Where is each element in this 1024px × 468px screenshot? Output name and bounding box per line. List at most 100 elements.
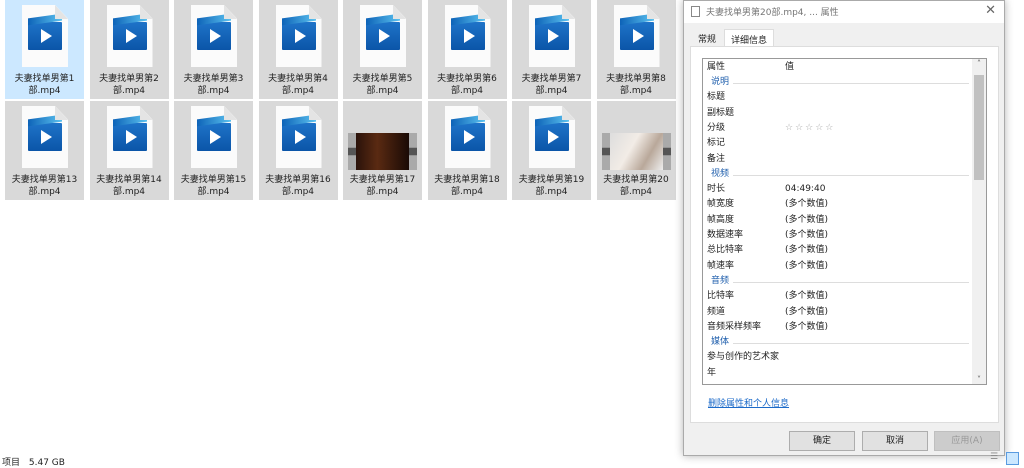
file-item[interactable]: 夫妻找单男第4 部.mp4 (258, 0, 338, 99)
tab-general[interactable]: 常规 (692, 29, 722, 46)
file-item[interactable]: 夫妻找单男第19 部.mp4 (512, 101, 591, 200)
property-name: 时长 (707, 184, 726, 195)
file-name: 夫妻找单男第15 部.mp4 (180, 175, 247, 197)
scrollbar[interactable]: ˄ ˅ (972, 59, 986, 384)
property-value: (多个数值) (785, 199, 829, 210)
file-name: 夫妻找单男第7 部.mp4 (521, 74, 582, 96)
property-name: 帧宽度 (707, 199, 735, 210)
file-item[interactable]: 夫妻找单男第15 部.mp4 (174, 101, 253, 200)
group-label: 媒体 (711, 337, 730, 348)
property-name: 分级 (707, 122, 726, 133)
tab-details[interactable]: 详细信息 (724, 29, 775, 47)
file-name: 夫妻找单男第2 部.mp4 (99, 74, 159, 96)
file-item[interactable]: 夫妻找单男第3 部.mp4 (174, 0, 253, 99)
status-size: 5.47 GB (28, 458, 65, 468)
property-name: 比特率 (707, 291, 735, 302)
scroll-thumb[interactable] (974, 75, 984, 180)
property-row: 音频采样频率 (多个数值) (707, 320, 969, 335)
video-file-icon (22, 106, 68, 168)
close-icon[interactable]: ✕ (985, 3, 996, 18)
file-item[interactable]: 夫妻找单男第8 部.mp4 (596, 0, 676, 99)
video-file-icon (191, 106, 237, 168)
property-row: 帧速率 (多个数值) (707, 259, 969, 274)
cancel-button[interactable]: 取消 (862, 431, 928, 451)
property-value[interactable]: ☆☆☆☆☆ (785, 121, 835, 136)
video-file-icon (106, 5, 153, 67)
property-name: 数据速率 (707, 230, 744, 240)
remove-properties-link[interactable]: 删除属性和个人信息 (708, 396, 789, 409)
large-icons-view-icon[interactable] (1006, 452, 1019, 465)
group-label: 视频 (711, 168, 730, 179)
property-value: (多个数值) (785, 230, 829, 240)
property-row: 时长 04:49:40 (707, 182, 969, 197)
scroll-up-icon[interactable]: ˄ (972, 59, 986, 68)
video-file-icon (191, 5, 237, 67)
property-value: (多个数值) (785, 214, 829, 225)
file-item[interactable]: 夫妻找单男第7 部.mp4 (512, 0, 591, 99)
scroll-down-icon[interactable]: ˅ (972, 375, 986, 384)
file-item[interactable]: 夫妻找单男第14 部.mp4 (89, 101, 169, 200)
property-row: 帧宽度 (多个数值) (707, 197, 969, 212)
status-items: 项目 (2, 458, 21, 468)
details-panel: 属性 值 ˄ ˅ 说明 标题副标题分级 ☆☆☆☆☆ 标记 备注 视频时长 04:49:40 帧… (690, 46, 999, 423)
file-item[interactable]: 夫妻找单男第6 部.mp4 (427, 0, 507, 99)
file-item[interactable]: 夫妻找单男第13 部.mp4 (5, 101, 84, 200)
file-item[interactable]: 夫妻找单男第16 部.mp4 (258, 101, 338, 200)
property-row: 备注 (707, 152, 969, 167)
property-name: 频道 (707, 306, 726, 317)
file-item[interactable]: 夫妻找单男第18 部.mp4 (427, 101, 507, 200)
property-row: 帧高度 (多个数值) (707, 213, 969, 228)
file-item[interactable]: 夫妻找单男第20 部.mp4 (596, 101, 676, 200)
file-item[interactable]: 夫妻找单男第2 部.mp4 (89, 0, 169, 99)
list-header: 属性 值 (707, 60, 969, 75)
video-file-icon (22, 5, 68, 67)
file-name: 夫妻找单男第17 部.mp4 (349, 175, 416, 197)
file-icon (691, 6, 700, 17)
file-name: 夫妻找单男第3 部.mp4 (183, 74, 244, 96)
group-header: 说明 (707, 75, 969, 90)
file-name: 夫妻找单男第8 部.mp4 (606, 74, 666, 96)
video-file-icon (444, 5, 491, 67)
file-name: 夫妻找单男第19 部.mp4 (518, 175, 585, 197)
property-name: 年 (707, 367, 717, 378)
header-value[interactable]: 值 (785, 60, 794, 75)
video-file-icon (275, 5, 322, 67)
property-list: 属性 值 ˄ ˅ 说明 标题副标题分级 ☆☆☆☆☆ 标记 备注 视频时长 04:49:40 帧… (702, 58, 987, 385)
property-row: 标记 (707, 136, 969, 151)
video-file-icon (444, 106, 491, 168)
file-name: 夫妻找单男第13 部.mp4 (11, 175, 78, 197)
header-property[interactable]: 属性 (707, 62, 725, 72)
file-name: 夫妻找单男第18 部.mp4 (434, 175, 500, 197)
file-item[interactable]: 夫妻找单男第17 部.mp4 (343, 101, 422, 200)
property-value: (多个数值) (785, 291, 829, 302)
video-thumbnail (601, 133, 671, 170)
property-name: 总比特率 (707, 245, 744, 256)
properties-dialog: 夫妻找单男第20部.mp4, ... 属性 ✕ 常规 详细信息 属性 值 ˄ ˅… (683, 0, 1005, 456)
details-view-icon[interactable]: ☰ (990, 452, 1003, 465)
apply-button[interactable]: 应用(A) (934, 431, 1000, 451)
status-bar: 项目 5.47 GB (2, 455, 65, 468)
property-name: 帧高度 (707, 214, 735, 225)
property-row: 分级 ☆☆☆☆☆ (707, 121, 969, 136)
property-row: 参与创作的艺术家 (707, 350, 969, 365)
property-value: (多个数值) (785, 321, 829, 332)
ok-button[interactable]: 确定 (789, 431, 855, 451)
file-item[interactable]: 夫妻找单男第5 部.mp4 (343, 0, 422, 99)
property-name: 参与创作的艺术家 (707, 352, 780, 363)
property-value: 04:49:40 (785, 184, 826, 195)
dialog-title: 夫妻找单男第20部.mp4, ... 属性 (706, 8, 839, 18)
file-name: 夫妻找单男第4 部.mp4 (268, 74, 328, 96)
property-row: 标题 (707, 90, 969, 105)
file-name: 夫妻找单男第20 部.mp4 (603, 175, 669, 197)
property-name: 音频采样频率 (707, 321, 762, 332)
property-name: 副标题 (707, 107, 735, 118)
video-file-icon (529, 106, 575, 168)
video-thumbnail (348, 133, 417, 170)
group-header: 音频 (707, 274, 969, 289)
file-name: 夫妻找单男第5 部.mp4 (352, 74, 413, 96)
file-item[interactable]: 夫妻找单男第1 部.mp4 (5, 0, 84, 99)
property-name: 帧速率 (707, 260, 735, 271)
video-file-icon (275, 106, 322, 168)
property-row: 副标题 (707, 106, 969, 121)
property-value: (多个数值) (785, 260, 829, 271)
